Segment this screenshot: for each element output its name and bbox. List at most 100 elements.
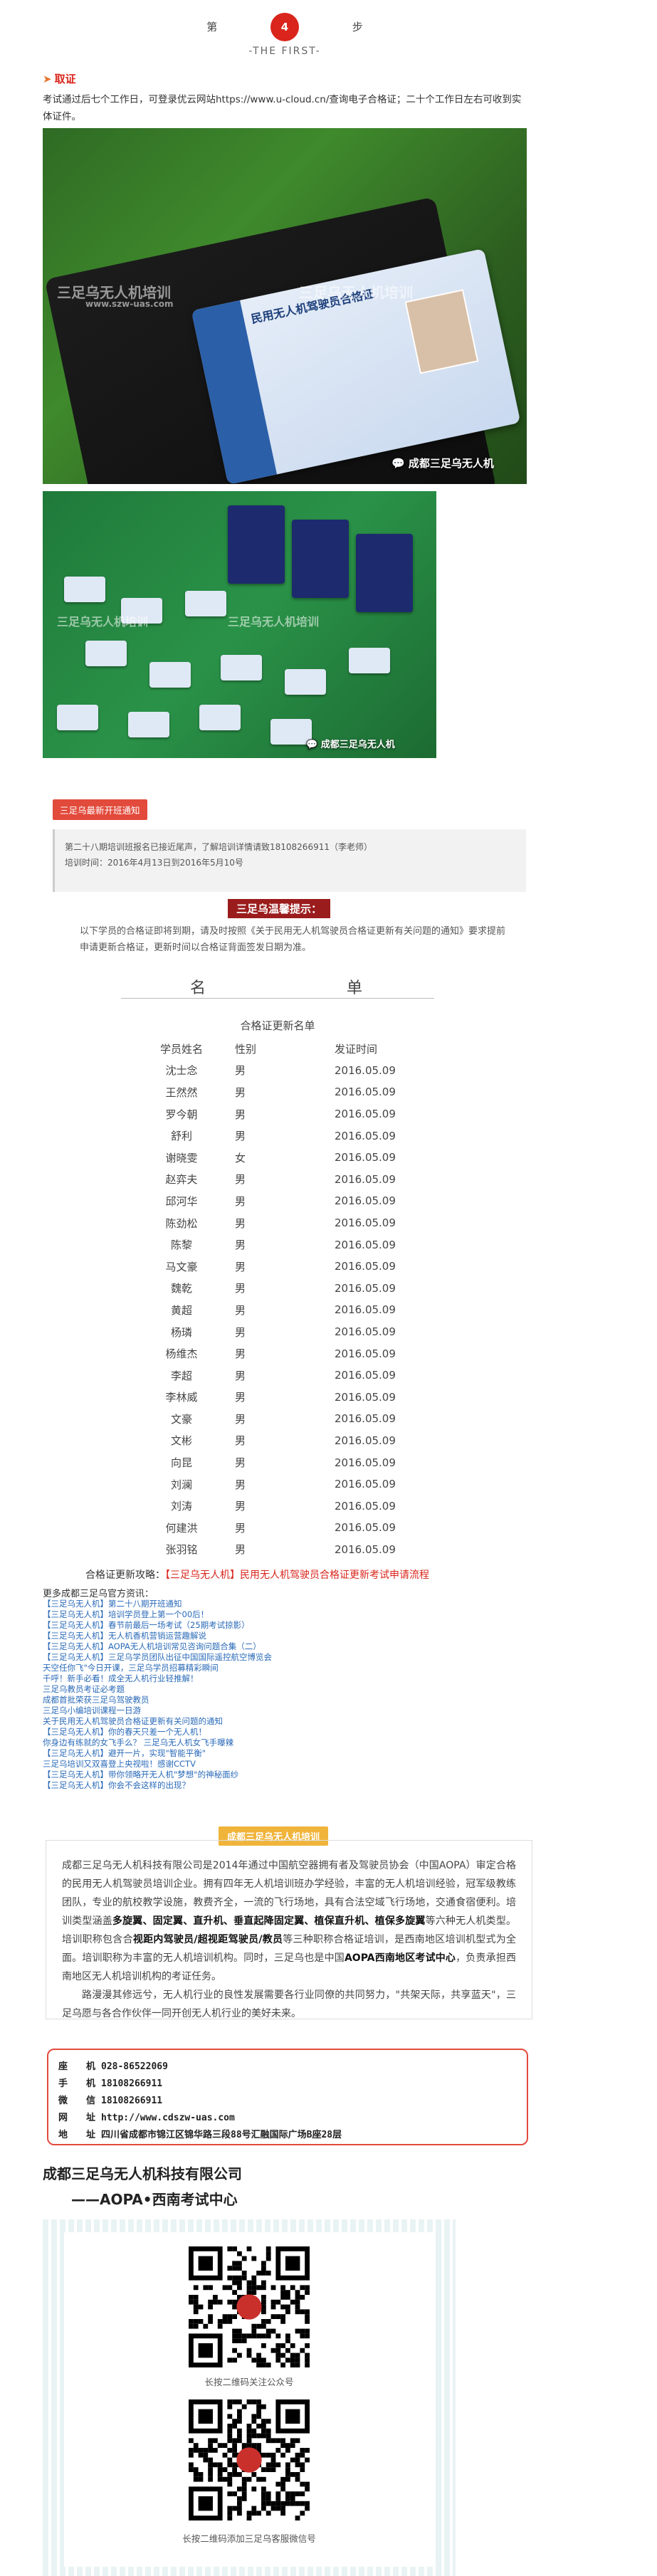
student-name: 李林威 bbox=[165, 1391, 198, 1404]
qr-code-icon[interactable] bbox=[189, 2399, 310, 2520]
list-heading: 名单 bbox=[121, 975, 434, 999]
list-heading-right: 单 bbox=[346, 979, 365, 997]
news-link[interactable]: 你身边有练就的女飞手么？ 三足乌无人机女飞手曝辣 bbox=[43, 1738, 441, 1748]
logbook-shape bbox=[292, 520, 349, 598]
section-title: ➤ 取证 bbox=[43, 71, 76, 86]
gender: 女 bbox=[235, 1151, 246, 1165]
mini-card bbox=[199, 705, 241, 730]
news-link[interactable]: 三足乌培训又双喜登上央视啦！感谢CCTV bbox=[43, 1759, 441, 1770]
issue-date: 2016.05.09 bbox=[335, 1216, 396, 1230]
tip-text: 以下学员的合格证即将到期，请及时按照《关于民用无人机驾驶员合格证更新有关问题的通… bbox=[80, 926, 506, 953]
update-guide: 合格证更新攻略：【三足乌无人机】民用无人机驾驶员合格证更新考试申请流程 bbox=[85, 1567, 541, 1582]
news-link[interactable]: 【三足乌无人机】春节前最后一场考试（25期考试掠影） bbox=[43, 1620, 441, 1631]
issue-date: 2016.05.09 bbox=[335, 1347, 396, 1360]
gender: 男 bbox=[235, 1239, 246, 1252]
step-subtitle: -THE FIRST- bbox=[248, 46, 321, 57]
news-link[interactable]: 【三足乌无人机】带你领略开无人机"梦想"的神秘面纱 bbox=[43, 1770, 441, 1780]
student-name: 刘涛 bbox=[170, 1500, 192, 1513]
student-name: 黄超 bbox=[170, 1303, 192, 1317]
org-text-bold: 视距内驾驶员/超视距驾驶员/教员 bbox=[132, 1934, 283, 1945]
issue-date: 2016.05.09 bbox=[335, 1390, 396, 1404]
contact-label: 微 信 bbox=[58, 2096, 96, 2106]
gender: 男 bbox=[235, 1303, 246, 1317]
news-link[interactable]: 成都首批荣获三足乌驾驶教员 bbox=[43, 1695, 441, 1705]
issue-date: 2016.05.09 bbox=[335, 1521, 396, 1535]
certificates-table-photo: 三足乌无人机培训 三足乌无人机培训 💬 成都三足乌无人机 bbox=[43, 491, 436, 758]
news-link[interactable]: 【三足乌无人机】AOPA无人机培训常见咨询问题合集（二） bbox=[43, 1641, 441, 1652]
issue-date: 2016.05.09 bbox=[335, 1238, 396, 1251]
issue-date: 2016.05.09 bbox=[335, 1194, 396, 1208]
news-link[interactable]: 【三足乌无人机】培训学员登上第一个00后！ bbox=[43, 1609, 441, 1620]
issue-date: 2016.05.09 bbox=[335, 1325, 396, 1339]
table-row: 文豪 男 2016.05.09 bbox=[128, 1408, 441, 1430]
news-link[interactable]: 【三足乌无人机】无人机香机营销运营趣解说 bbox=[43, 1631, 441, 1641]
org-text: 路漫漫其修远兮，无人机行业的良性发展需要各行业同僚的共同努力，"共架天际，共享蓝… bbox=[62, 1989, 516, 2019]
student-name: 马文豪 bbox=[165, 1260, 198, 1273]
news-link[interactable]: 【三足乌无人机】三足乌学员团队出征中国国际遥控航空博览会 bbox=[43, 1652, 441, 1663]
column-header: 性别 bbox=[235, 1042, 257, 1056]
mini-card bbox=[64, 577, 105, 602]
qr-caption: 长按二维码关注公众号 bbox=[204, 2377, 294, 2387]
news-link[interactable]: 【三足乌无人机】第二十八期开班通知 bbox=[43, 1599, 441, 1609]
table-row: 王然然 男 2016.05.09 bbox=[128, 1081, 441, 1103]
table-row: 刘澜 男 2016.05.09 bbox=[128, 1473, 441, 1495]
gender: 男 bbox=[235, 1521, 246, 1535]
gender: 男 bbox=[235, 1369, 246, 1382]
contact-box: 座 机 028-86522069 手 机 18108266911 微 信 18108266… bbox=[47, 2049, 528, 2145]
news-link[interactable]: 三足乌小编培训课程一日游 bbox=[43, 1705, 441, 1716]
student-name: 魏乾 bbox=[170, 1282, 192, 1295]
mini-card bbox=[85, 641, 127, 666]
student-name: 赵弈夫 bbox=[165, 1173, 198, 1187]
mini-card bbox=[221, 655, 262, 680]
student-name: 杨维杰 bbox=[165, 1347, 198, 1361]
table-header-row: 学员姓名 性别 发证时间 bbox=[128, 1038, 441, 1060]
table-row: 邱河华 男 2016.05.09 bbox=[128, 1190, 441, 1212]
table-row: 杨维杰 男 2016.05.09 bbox=[128, 1342, 441, 1365]
gender: 男 bbox=[235, 1478, 246, 1491]
step-header: 第 4 步 -THE FIRST- bbox=[43, 13, 527, 57]
qr-code-icon[interactable] bbox=[189, 2246, 310, 2367]
qr-caption: 长按二维码添加三足乌客服微信号 bbox=[182, 2533, 316, 2544]
gender: 男 bbox=[235, 1325, 246, 1339]
news-link[interactable]: 【三足乌无人机】你会不会这样的出现？ bbox=[43, 1780, 441, 1791]
issue-date: 2016.05.09 bbox=[335, 1129, 396, 1142]
news-link[interactable]: 千呼！新手必看！成全无人机行业轻推解！ bbox=[43, 1673, 441, 1684]
contact-value: http://www.cdszw-uas.com bbox=[101, 2113, 235, 2123]
gender: 男 bbox=[235, 1500, 246, 1513]
update-guide-link[interactable]: 【三足乌无人机】民用无人机驾驶员合格证更新考试申请流程 bbox=[165, 1570, 429, 1581]
table-row: 刘涛 男 2016.05.09 bbox=[128, 1495, 441, 1517]
student-name: 罗今朝 bbox=[165, 1108, 198, 1121]
table-row: 魏乾 男 2016.05.09 bbox=[128, 1278, 441, 1300]
notice-tag: 三足乌最新开班通知 bbox=[53, 799, 147, 820]
step-left-label: 第 bbox=[206, 21, 218, 33]
gender: 男 bbox=[235, 1108, 246, 1121]
news-link[interactable]: 【三足乌无人机】你的春天只差一个无人机！ bbox=[43, 1727, 441, 1738]
section-title-text: 取证 bbox=[54, 73, 76, 85]
issue-date: 2016.05.09 bbox=[335, 1456, 396, 1469]
mini-card bbox=[149, 662, 191, 688]
gender: 男 bbox=[235, 1130, 246, 1143]
step-number-badge: 4 bbox=[270, 13, 299, 41]
news-link[interactable]: 天空任你飞"今日开课，三足乌学员招募精彩瞬间 bbox=[43, 1663, 441, 1673]
student-name: 李超 bbox=[170, 1369, 192, 1382]
watermark-url: www.szw-uas.com bbox=[85, 299, 174, 309]
chat-icon: 💬 bbox=[306, 740, 318, 750]
news-link[interactable]: 三足乌教员考证必考题 bbox=[43, 1684, 441, 1695]
contact-row: 手 机 18108266911 bbox=[58, 2076, 517, 2093]
gender: 男 bbox=[235, 1543, 246, 1557]
contact-label: 网 址 bbox=[58, 2113, 96, 2123]
news-link[interactable]: 关于民用无人机驾驶员合格证更新有关问题的通知 bbox=[43, 1716, 441, 1727]
column-header: 发证时间 bbox=[335, 1042, 378, 1056]
news-link[interactable]: 【三足乌无人机】避开一片，实现"智能平衡" bbox=[43, 1748, 441, 1759]
mini-card bbox=[57, 705, 98, 730]
table-row: 陈劲松 男 2016.05.09 bbox=[128, 1212, 441, 1234]
table-row: 杨璘 男 2016.05.09 bbox=[128, 1321, 441, 1343]
mini-card bbox=[349, 648, 390, 673]
issue-date: 2016.05.09 bbox=[335, 1369, 396, 1382]
step-right-label: 步 bbox=[352, 21, 363, 33]
gender: 男 bbox=[235, 1456, 246, 1470]
table-row: 马文豪 男 2016.05.09 bbox=[128, 1256, 441, 1278]
table-row: 陈黎 男 2016.05.09 bbox=[128, 1234, 441, 1256]
issue-date: 2016.05.09 bbox=[335, 1478, 396, 1491]
watermark-text: 三足乌无人机培训 bbox=[57, 615, 149, 629]
